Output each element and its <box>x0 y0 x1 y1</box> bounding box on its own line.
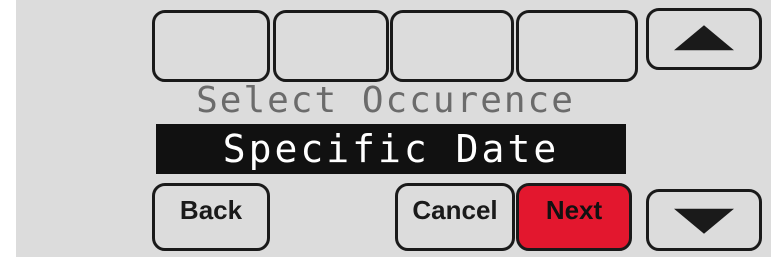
down-button[interactable] <box>646 189 762 251</box>
up-button[interactable] <box>646 8 762 70</box>
blank-button-4[interactable] <box>516 10 638 82</box>
blank-button-2[interactable] <box>273 10 389 82</box>
next-button[interactable]: Next <box>516 183 632 251</box>
next-button-label: Next <box>545 195 603 225</box>
cancel-button-label: Cancel <box>412 195 498 225</box>
back-button-label: Back <box>179 195 243 225</box>
blank-button-1[interactable] <box>152 10 270 82</box>
cancel-button[interactable]: Cancel <box>395 183 515 251</box>
blank-button-3[interactable] <box>390 10 514 82</box>
back-button[interactable]: Back <box>152 183 270 251</box>
selected-value-display: Specific Date <box>156 124 626 174</box>
prompt-label: Select Occurence <box>196 80 575 121</box>
up-arrow-icon <box>674 25 734 51</box>
down-arrow-icon <box>674 208 734 234</box>
